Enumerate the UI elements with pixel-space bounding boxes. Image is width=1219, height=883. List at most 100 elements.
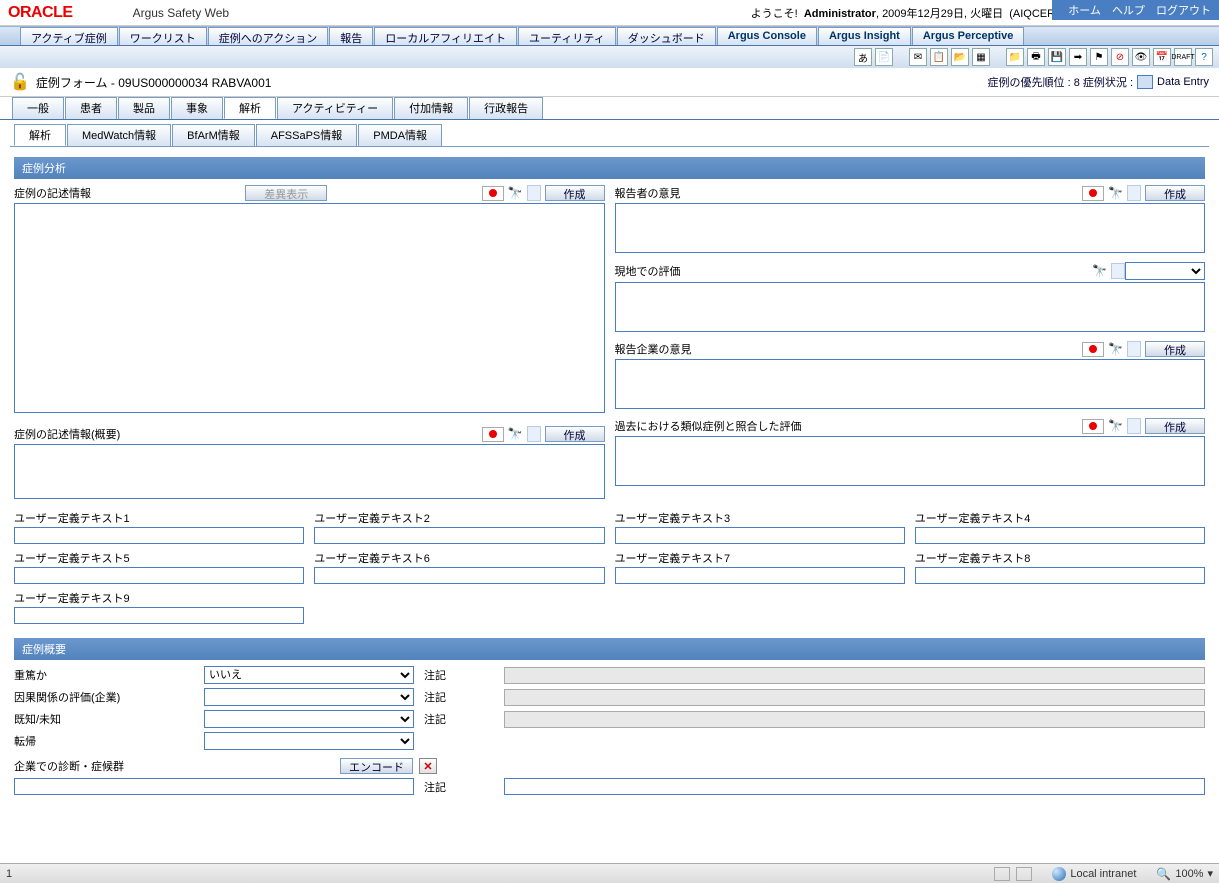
case-tab-解析[interactable]: 解析 (224, 97, 276, 119)
case-tab-患者[interactable]: 患者 (65, 97, 117, 119)
zoom-dropdown-icon[interactable]: ▾ (1207, 867, 1213, 880)
user-text-input-8[interactable] (915, 567, 1205, 584)
create-button-summary[interactable]: 作成 (545, 426, 605, 442)
note-input-3[interactable] (504, 711, 1205, 728)
similar-cases-textarea[interactable] (615, 436, 1206, 486)
doc-icon[interactable]: 📄 (875, 48, 893, 66)
stop-icon[interactable]: ⊘ (1111, 48, 1129, 66)
case-tab-一般[interactable]: 一般 (12, 97, 64, 119)
case-tab-付加情報[interactable]: 付加情報 (394, 97, 468, 119)
logout-link[interactable]: ログアウト (1156, 5, 1211, 17)
analysis-tab-MedWatch情報[interactable]: MedWatch情報 (67, 124, 171, 146)
note-page-icon-2[interactable] (527, 426, 541, 442)
user-text-input-2[interactable] (314, 527, 604, 544)
causality-select[interactable] (204, 688, 414, 706)
zoom-control[interactable]: 🔍 100% ▾ (1156, 867, 1213, 881)
folder-open-icon[interactable]: 📂 (951, 48, 969, 66)
encode-button[interactable]: エンコード (340, 758, 413, 774)
user-text-input-7[interactable] (615, 567, 905, 584)
main-tab-0[interactable]: アクティブ症例 (20, 27, 118, 45)
create-button-reporter[interactable]: 作成 (1145, 185, 1205, 201)
create-button-company[interactable]: 作成 (1145, 341, 1205, 357)
main-tab-6[interactable]: ダッシュボード (617, 27, 716, 45)
narrative-summary-textarea[interactable] (14, 444, 605, 499)
help-icon[interactable]: ? (1195, 48, 1213, 66)
jp-flag-icon-5[interactable] (1082, 419, 1104, 434)
user-text-input-9[interactable] (14, 607, 304, 624)
narrative-textarea[interactable] (14, 203, 605, 413)
note-icon[interactable]: 📋 (930, 48, 948, 66)
case-tab-製品[interactable]: 製品 (118, 97, 170, 119)
status-icon-2 (1016, 867, 1032, 881)
user-text-input-5[interactable] (14, 567, 304, 584)
note-page-icon-5[interactable] (1127, 341, 1141, 357)
analysis-tab-BfArM情報[interactable]: BfArM情報 (172, 124, 255, 146)
diagnosis-input[interactable] (14, 778, 414, 795)
note-input-4[interactable] (504, 778, 1205, 795)
user-text-input-3[interactable] (615, 527, 905, 544)
flag-icon[interactable]: ⚑ (1090, 48, 1108, 66)
find-icon[interactable]: 👁 (1132, 48, 1150, 66)
user-text-input-1[interactable] (14, 527, 304, 544)
main-tab-1[interactable]: ワークリスト (119, 27, 207, 45)
analysis-tab-AFSSaPS情報[interactable]: AFSSaPS情報 (256, 124, 358, 146)
clear-button[interactable]: ✕ (419, 758, 437, 774)
note-input-1[interactable] (504, 667, 1205, 684)
user-text-input-6[interactable] (314, 567, 604, 584)
case-tab-アクティビティー[interactable]: アクティビティー (277, 97, 393, 119)
note-input-2[interactable] (504, 689, 1205, 706)
case-tab-事象[interactable]: 事象 (171, 97, 223, 119)
status-print-icon[interactable] (1137, 75, 1153, 89)
note-page-icon-4[interactable] (1111, 263, 1125, 279)
binoculars-icon-3[interactable]: 🔭 (1108, 186, 1123, 200)
binoculars-icon[interactable]: 🔭 (508, 186, 523, 200)
note-page-icon[interactable] (527, 185, 541, 201)
jp-flag-icon-2[interactable] (482, 427, 504, 442)
jp-flag-icon-4[interactable] (1082, 342, 1104, 357)
main-tab-3[interactable]: 報告 (329, 27, 373, 45)
lang-icon[interactable]: あ (854, 48, 872, 66)
binoculars-icon-5[interactable]: 🔭 (1108, 342, 1123, 356)
overview-grid: 重篤か いいえ 注記 因果関係の評価(企業) 注記 既知/未知 注記 転帰 (14, 666, 1205, 750)
save-icon[interactable]: 💾 (1048, 48, 1066, 66)
main-tab-8[interactable]: Argus Insight (818, 27, 911, 45)
page-number: 1 (6, 868, 12, 880)
case-tab-行政報告[interactable]: 行政報告 (469, 97, 543, 119)
analysis-tab-解析[interactable]: 解析 (14, 124, 66, 146)
jp-flag-icon[interactable] (482, 186, 504, 201)
main-tab-2[interactable]: 症例へのアクション (208, 27, 328, 45)
serious-select[interactable]: いいえ (204, 666, 414, 684)
create-button-narrative[interactable]: 作成 (545, 185, 605, 201)
company-opinion-textarea[interactable] (615, 359, 1206, 409)
help-link[interactable]: ヘルプ (1112, 5, 1145, 17)
create-button-similar[interactable]: 作成 (1145, 418, 1205, 434)
binoculars-icon-6[interactable]: 🔭 (1108, 419, 1123, 433)
main-tab-7[interactable]: Argus Console (717, 27, 817, 45)
folder-icon[interactable]: 📁 (1006, 48, 1024, 66)
draft-icon[interactable]: DRAFT (1174, 48, 1192, 66)
print-icon[interactable]: 🖶 (1027, 48, 1045, 66)
outcome-select[interactable] (204, 732, 414, 750)
user-text-label-4: ユーザー定義テキスト4 (915, 510, 1205, 526)
jp-flag-icon-3[interactable] (1082, 186, 1104, 201)
note-page-icon-6[interactable] (1127, 418, 1141, 434)
note-page-icon-3[interactable] (1127, 185, 1141, 201)
calendar-icon[interactable]: 📅 (1153, 48, 1171, 66)
listedness-select[interactable] (204, 710, 414, 728)
main-tab-5[interactable]: ユーティリティ (518, 27, 616, 45)
main-tab-4[interactable]: ローカルアフィリエイト (374, 27, 517, 45)
mail-icon[interactable]: ✉ (909, 48, 927, 66)
local-eval-textarea[interactable] (615, 282, 1206, 332)
local-eval-select[interactable] (1125, 262, 1205, 280)
export-icon[interactable]: ➡ (1069, 48, 1087, 66)
binoculars-icon-2[interactable]: 🔭 (508, 427, 523, 441)
main-tab-9[interactable]: Argus Perceptive (912, 27, 1024, 45)
grid-icon[interactable]: ▦ (972, 48, 990, 66)
user-text-input-4[interactable] (915, 527, 1205, 544)
note-label-2: 注記 (424, 689, 494, 705)
diff-display-button[interactable]: 差異表示 (245, 185, 327, 201)
reporter-opinion-textarea[interactable] (615, 203, 1206, 253)
home-link[interactable]: ホーム (1068, 5, 1101, 17)
binoculars-icon-4[interactable]: 🔭 (1092, 264, 1107, 278)
analysis-tab-PMDA情報[interactable]: PMDA情報 (358, 124, 442, 146)
